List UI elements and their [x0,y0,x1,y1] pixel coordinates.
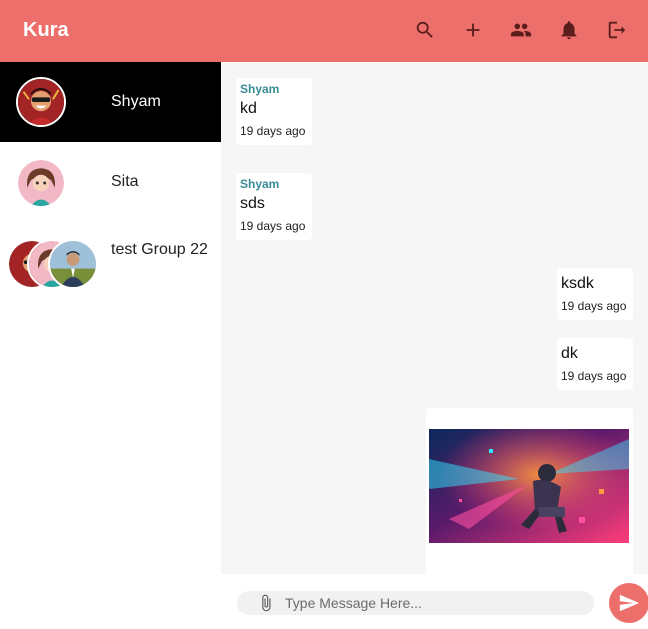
message-timestamp: 19 days ago [240,219,306,233]
message-text: sds [240,195,265,212]
conversation-name: Sita [111,173,139,190]
message-timestamp: 19 days ago [561,299,627,313]
conversation-name: Shyam [111,93,161,110]
message-bubble-outgoing: dk 19 days ago [557,338,633,390]
message-timestamp: 19 days ago [240,124,306,138]
people-icon[interactable] [509,18,533,42]
add-icon[interactable] [461,18,485,42]
message-bubble-outgoing: ksdk 19 days ago [557,268,633,320]
conversation-item-shyam[interactable]: Shyam [0,62,221,142]
send-button[interactable] [609,583,648,623]
conversation-item-test-group-22[interactable]: test Group 22 [0,222,221,302]
message-bubble-incoming: Shyam kd 19 days ago [236,78,312,145]
avatar [16,77,66,127]
message-text: ksdk [561,275,594,292]
message-text: kd [240,100,257,117]
logout-icon[interactable] [605,18,629,42]
paperclip-icon[interactable] [257,591,277,615]
message-timestamp: 19 days ago [561,369,627,383]
message-bubble-incoming: Shyam sds 19 days ago [236,173,312,240]
conversation-name: test Group 22 [111,241,208,258]
message-input[interactable] [285,593,585,613]
message-thread: Shyam kd 19 days ago Shyam sds 19 days a… [221,62,648,574]
message-bubble-image[interactable] [426,408,633,574]
conversation-list: Shyam Sita test Group 22 [0,62,221,629]
message-sender: Shyam [240,82,280,96]
avatar [48,239,98,289]
message-composer [221,574,648,629]
conversation-item-sita[interactable]: Sita [0,142,221,222]
app-title: Kura [23,19,69,41]
message-image[interactable] [429,429,629,543]
send-icon [619,594,640,612]
message-input-container [237,591,594,615]
avatar [16,158,66,208]
bell-icon[interactable] [557,18,581,42]
message-sender: Shyam [240,177,280,191]
message-text: dk [561,345,578,362]
top-app-bar: Kura [0,0,648,62]
search-icon[interactable] [413,18,437,42]
